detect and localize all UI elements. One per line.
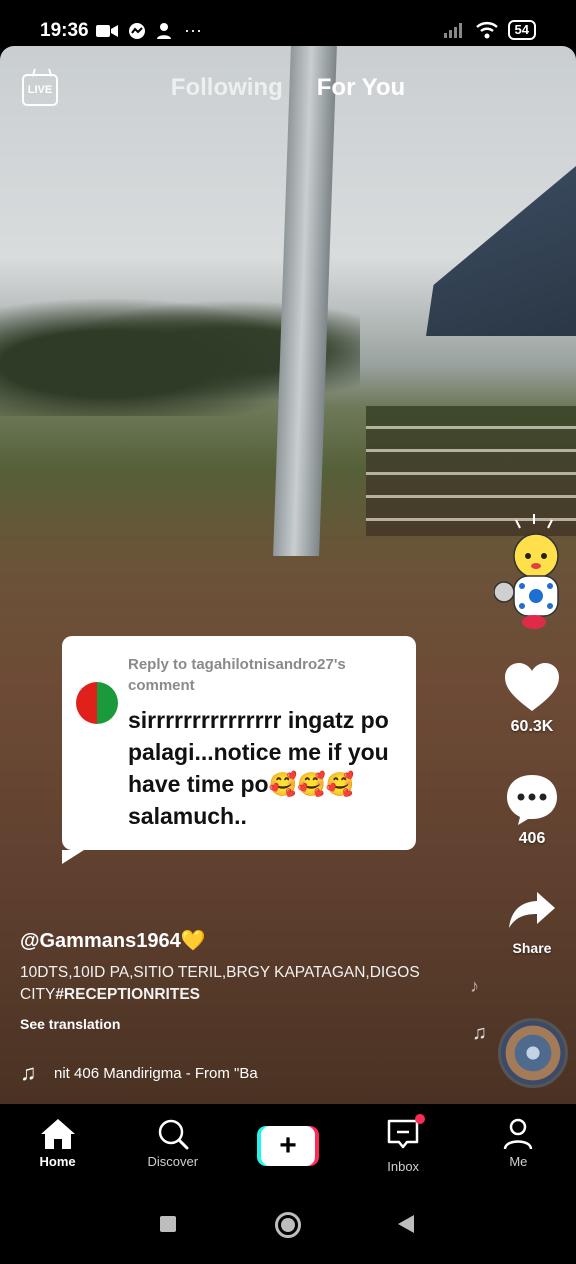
music-disc-avatar[interactable] bbox=[498, 1018, 568, 1088]
share-label: Share bbox=[512, 940, 552, 956]
inbox-notification-dot bbox=[415, 1114, 426, 1124]
like-count: 60.3K bbox=[510, 718, 554, 735]
comment-reply-card[interactable]: Reply to tagahilotnisandro27's comment s… bbox=[62, 636, 416, 864]
video-pole bbox=[273, 46, 337, 556]
video-camera-icon bbox=[96, 24, 118, 37]
share-arrow-icon bbox=[509, 892, 555, 928]
comment-count: 406 bbox=[518, 830, 546, 847]
floating-note-icon: ♪ bbox=[470, 976, 479, 996]
nav-discover[interactable]: Discover bbox=[115, 1104, 230, 1184]
recents-button[interactable] bbox=[160, 1216, 176, 1232]
back-button[interactable] bbox=[398, 1215, 414, 1233]
comment-button[interactable]: 406 bbox=[504, 772, 560, 848]
status-notification-icons: ··· bbox=[96, 20, 202, 41]
status-time: 19:36 bbox=[40, 20, 89, 41]
creator-username[interactable]: @Gammans1964💛 bbox=[20, 928, 206, 953]
person-add-icon bbox=[157, 22, 171, 39]
video-description: 10DTS,10ID PA,SITIO TERIL,BRGY KAPATAGAN… bbox=[20, 962, 460, 1006]
inbox-icon bbox=[387, 1119, 419, 1149]
music-row[interactable]: ♫ nit 406 Mandirigma - From "Ba bbox=[20, 1060, 290, 1086]
heart-icon bbox=[505, 663, 559, 711]
like-button[interactable]: 60.3K bbox=[504, 660, 560, 736]
wifi-icon bbox=[475, 22, 498, 39]
hashtag-link[interactable]: #RECEPTIONRITES bbox=[55, 986, 200, 1003]
commenter-avatar bbox=[76, 682, 118, 724]
battery-icon: 54 bbox=[507, 20, 536, 40]
nav-discover-label: Discover bbox=[147, 1154, 199, 1169]
more-notifications-icon: ··· bbox=[184, 20, 202, 40]
profile-icon bbox=[504, 1118, 533, 1150]
tab-for-you[interactable]: For You bbox=[317, 74, 405, 102]
nav-inbox[interactable]: Inbox bbox=[346, 1104, 461, 1184]
create-plus-label: + bbox=[260, 1126, 315, 1166]
nav-home[interactable]: Home bbox=[0, 1104, 115, 1184]
video-tent bbox=[426, 166, 576, 336]
search-icon bbox=[158, 1119, 189, 1150]
status-right: 54 bbox=[443, 20, 536, 40]
nav-inbox-label: Inbox bbox=[387, 1159, 420, 1174]
signal-icon bbox=[443, 23, 462, 38]
home-icon bbox=[40, 1119, 75, 1149]
music-title: nit 406 Mandirigma - From "Ba bbox=[54, 1064, 258, 1082]
home-system-button[interactable] bbox=[275, 1212, 301, 1238]
create-icon: + bbox=[256, 1126, 319, 1166]
messenger-icon bbox=[129, 22, 145, 39]
share-button[interactable]: Share bbox=[504, 882, 560, 956]
nav-me-label: Me bbox=[509, 1154, 528, 1169]
reply-to-label: Reply to tagahilotnisandro27's comment bbox=[128, 656, 346, 694]
nav-create[interactable]: + bbox=[230, 1104, 345, 1184]
bottom-nav: Home Discover + Inbox Me bbox=[0, 1104, 576, 1184]
music-note-icon: ♫ bbox=[20, 1060, 37, 1085]
comment-text: sirrrrrrrrrrrrrrr ingatz po palagi...not… bbox=[128, 707, 389, 829]
nav-me[interactable]: Me bbox=[461, 1104, 576, 1184]
floating-note-icon-2: ♫ bbox=[472, 1022, 487, 1044]
nav-home-label: Home bbox=[39, 1154, 76, 1169]
feed-tabs: Following For You bbox=[0, 74, 576, 102]
see-translation-link[interactable]: See translation bbox=[20, 1016, 120, 1032]
inbox-icon-wrap bbox=[387, 1114, 426, 1155]
sticker-character-icon bbox=[494, 514, 559, 629]
comment-bubble-icon bbox=[507, 775, 557, 825]
tab-following[interactable]: Following bbox=[171, 74, 283, 102]
